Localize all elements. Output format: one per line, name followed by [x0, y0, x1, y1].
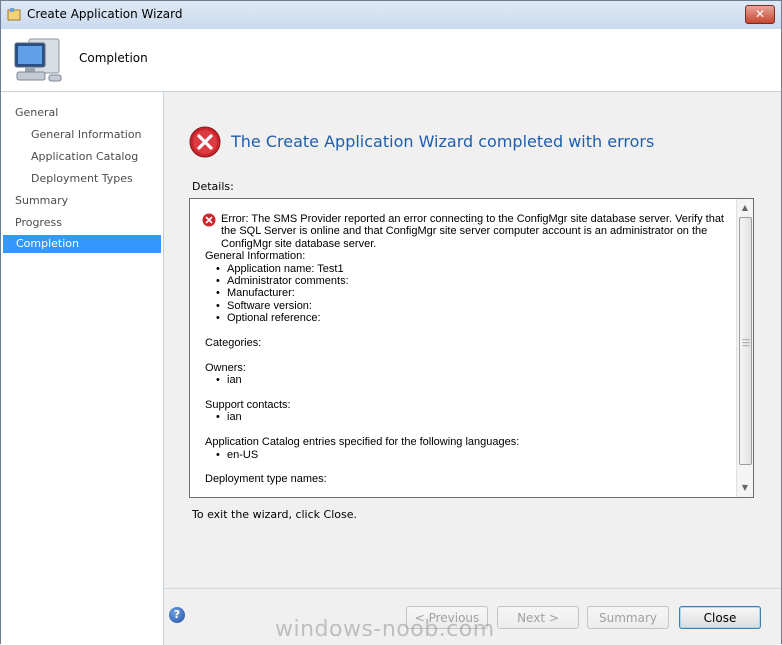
list-item: Application name: Test1 [216, 263, 730, 276]
exit-instructions: To exit the wizard, click Close. [192, 508, 357, 521]
nav-item-deployment-types[interactable]: Deployment Types [31, 170, 133, 188]
wizard-window: Create Application Wizard ✕ Completion G… [0, 0, 782, 645]
details-scrollbar[interactable]: ▲ — — — ▼ [736, 199, 753, 497]
status-title: The Create Application Wizard completed … [231, 132, 655, 151]
window-title: Create Application Wizard [27, 7, 183, 21]
summary-button[interactable]: Summary [587, 606, 669, 629]
grip-icon: — — — [742, 335, 750, 350]
list-item: Software version: [216, 300, 730, 313]
list-item: Manufacturer: [216, 287, 730, 300]
owners-list: ian [205, 374, 730, 387]
support-list: ian [205, 411, 730, 424]
deployment-heading: Deployment type names: [205, 473, 327, 486]
general-list: Application name: Test1 Administrator co… [205, 263, 730, 325]
owners-heading: Owners: [205, 361, 246, 374]
nav-item-general-information[interactable]: General Information [31, 126, 142, 144]
nav-item-summary[interactable]: Summary [15, 192, 68, 210]
scrollbar-thumb[interactable]: — — — [739, 217, 752, 465]
list-item: Optional reference: [216, 312, 730, 325]
list-item: ian [216, 374, 730, 387]
help-icon[interactable]: ? [169, 607, 185, 623]
error-message: Error: The SMS Provider reported an erro… [202, 213, 730, 250]
scroll-down-arrow-icon[interactable]: ▼ [740, 483, 750, 492]
general-heading: General Information: [205, 250, 306, 263]
details-content: Error: The SMS Provider reported an erro… [202, 213, 730, 486]
languages-list: en-US [205, 449, 730, 462]
error-text: Error: The SMS Provider reported an erro… [221, 213, 724, 250]
page-heading: Completion [79, 51, 148, 65]
support-heading: Support contacts: [205, 399, 291, 412]
details-textbox[interactable]: Error: The SMS Provider reported an erro… [189, 198, 754, 498]
nav-item-general[interactable]: General [15, 104, 58, 122]
computer-icon [14, 38, 62, 82]
wizard-header: Completion [1, 29, 781, 92]
catalog-heading: Application Catalog entries specified fo… [205, 436, 520, 449]
nav-item-completion[interactable]: Completion [3, 235, 161, 253]
list-item: en-US [216, 449, 730, 462]
list-item: Administrator comments: [216, 275, 730, 288]
wizard-nav: General General Information Application … [1, 92, 164, 645]
nav-item-application-catalog[interactable]: Application Catalog [31, 148, 138, 166]
title-bar: Create Application Wizard ✕ [1, 1, 781, 29]
error-small-icon [202, 213, 216, 227]
categories-heading: Categories: [205, 337, 262, 350]
list-item: ian [216, 411, 730, 424]
watermark: windows-noob.com [275, 617, 495, 642]
scroll-up-arrow-icon[interactable]: ▲ [740, 203, 750, 212]
next-button[interactable]: Next > [497, 606, 579, 629]
close-button[interactable]: Close [679, 606, 761, 629]
window-close-button[interactable]: ✕ [745, 5, 775, 24]
details-label: Details: [192, 180, 234, 193]
error-icon [189, 126, 221, 158]
nav-item-progress[interactable]: Progress [15, 214, 62, 232]
wizard-app-icon [7, 8, 21, 21]
